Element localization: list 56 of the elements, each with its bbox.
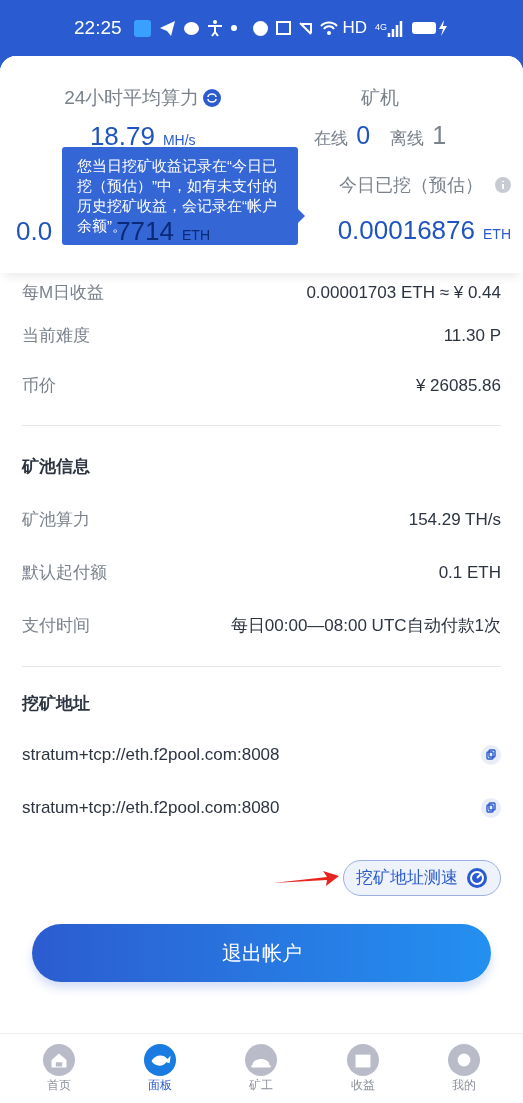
fish-icon xyxy=(144,1043,177,1076)
signal-icon xyxy=(387,19,403,37)
row-label: 每M日收益 xyxy=(22,282,105,305)
network-label: HD xyxy=(342,17,367,40)
clock: 22:25 xyxy=(74,15,122,40)
signal-label: 4G xyxy=(375,21,387,35)
logout-button[interactable]: 退出帐户 xyxy=(32,924,491,982)
balance-value: 7714 xyxy=(116,217,174,244)
nav-tab[interactable]: 收益 xyxy=(332,1043,393,1094)
person-icon xyxy=(207,19,222,37)
row-value: ¥ 26085.86 xyxy=(415,375,501,398)
today-value: 0.00016876 xyxy=(337,213,475,247)
refresh-icon[interactable] xyxy=(203,89,222,108)
nav-tab[interactable]: 我的 xyxy=(434,1043,495,1094)
balance-unit: ETH xyxy=(182,227,210,242)
row-value: 每日00:00—08:00 UTC自动付款1次 xyxy=(230,615,501,638)
stat-label: 24小时平均算力 xyxy=(64,86,200,110)
row-label: 支付时间 xyxy=(22,615,90,638)
pool-address: stratum+tcp://eth.f2pool.com:8080 xyxy=(22,796,280,819)
balance-value: 0.0 xyxy=(16,217,53,244)
today-unit: ETH xyxy=(483,224,511,244)
app-icon xyxy=(133,19,151,37)
stat-label: 今日已挖（预估） xyxy=(339,173,483,197)
battery-icon xyxy=(411,19,449,37)
stat-label: 矿机 xyxy=(361,86,400,110)
dot-icon xyxy=(230,25,237,31)
offline-label: 离线 xyxy=(390,127,425,150)
row-value: 154.29 TH/s xyxy=(408,509,501,532)
wifi-icon xyxy=(320,21,339,35)
row-label: 默认起付额 xyxy=(22,562,107,585)
row-label: 当前难度 xyxy=(22,325,90,348)
speedometer-icon xyxy=(466,867,488,889)
row-label: 矿池算力 xyxy=(22,509,90,532)
nav-tab[interactable]: 首页 xyxy=(28,1043,89,1094)
helmet-icon xyxy=(245,1043,278,1076)
screen-icon xyxy=(276,21,292,35)
pool-address: stratum+tcp://eth.f2pool.com:8008 xyxy=(22,743,280,766)
nav-tab[interactable]: 矿工 xyxy=(231,1043,292,1094)
row-value: 11.30 P xyxy=(443,325,501,348)
offline-count: 1 xyxy=(432,119,447,151)
home-icon xyxy=(42,1043,75,1076)
copy-icon[interactable] xyxy=(481,797,501,818)
row-value: 0.00001703 ETH ≈ ¥ 0.44 xyxy=(306,282,501,305)
chat-icon xyxy=(183,21,199,35)
row-value: 0.1 ETH xyxy=(438,562,501,585)
nav-tab[interactable]: 面板 xyxy=(130,1043,191,1094)
send-icon xyxy=(159,20,175,36)
section-title: 矿池信息 xyxy=(22,456,91,478)
section-title: 挖矿地址 xyxy=(22,692,91,715)
online-label: 在线 xyxy=(314,127,349,150)
online-count: 0 xyxy=(356,119,371,151)
speed-test-button[interactable]: 挖矿地址测速 xyxy=(343,860,501,896)
copy-icon[interactable] xyxy=(481,744,501,765)
row-label: 币价 xyxy=(22,375,56,398)
hashrate-value: 18.79 xyxy=(89,119,155,153)
hashrate-unit: MH/s xyxy=(162,130,196,150)
